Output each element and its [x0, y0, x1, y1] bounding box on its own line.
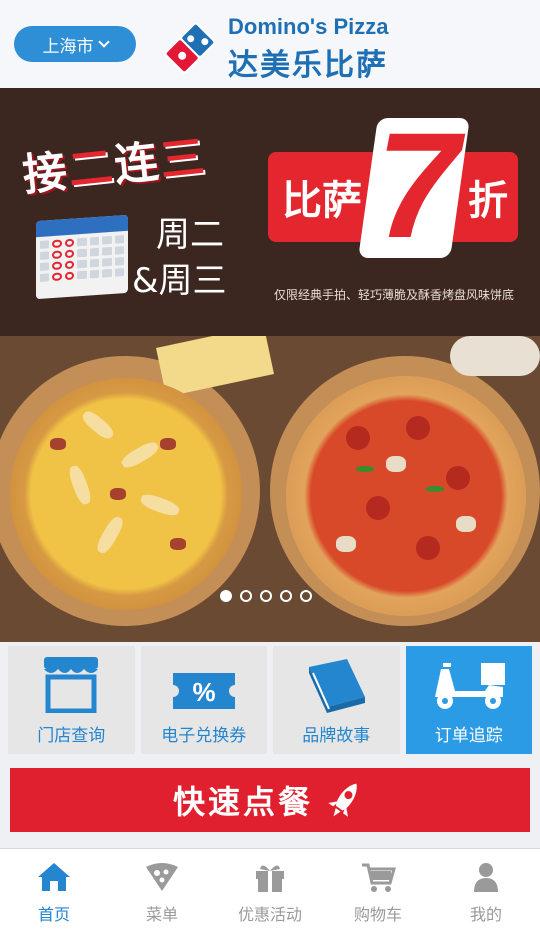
promo-fine-print: 仅限经典手拍、轻巧薄脆及酥香烤盘风味饼底 — [274, 288, 515, 302]
rocket-icon — [328, 783, 357, 817]
tab-label: 我的 — [469, 905, 502, 924]
coupon-icon: % — [172, 673, 235, 709]
chevron-down-icon — [97, 36, 110, 48]
promo-banner[interactable]: 接二连三 周二 &周三 比萨 7 折 仅限经典手拍、轻巧薄脆及酥香烤盘风味饼底 — [0, 88, 540, 336]
pizza-slice-icon — [146, 863, 178, 891]
tab-cart[interactable]: 购物车 — [324, 849, 432, 930]
carousel-dot[interactable] — [220, 590, 232, 602]
day-line-2: &周三 — [132, 261, 227, 301]
gift-icon — [256, 865, 284, 892]
calendar-icon — [36, 214, 128, 300]
headline-part: 连 — [111, 136, 163, 192]
carousel-dot[interactable] — [260, 590, 272, 602]
carousel-dot[interactable] — [280, 590, 292, 602]
day-line-1: 周二 — [156, 215, 224, 255]
tab-label: 首页 — [37, 905, 70, 924]
discount-unit: 折 — [468, 178, 508, 224]
tab-label: 购物车 — [353, 905, 402, 924]
dominos-logo: Domino's Pizza 达美乐比萨 — [158, 12, 418, 83]
quick-order-button[interactable]: 快速点餐 — [10, 768, 530, 832]
city-label: 上海市 — [42, 36, 94, 57]
tab-promotions[interactable]: 优惠活动 — [216, 849, 324, 930]
tab-label: 优惠活动 — [237, 905, 302, 924]
cart-icon — [362, 863, 396, 892]
tile-label: 品牌故事 — [302, 726, 371, 746]
carousel-dot[interactable] — [300, 590, 312, 602]
bottom-tab-bar: 首页 菜单 优惠活动 购物车 我的 — [0, 848, 540, 930]
feature-tiles: 门店查询 % 电子兑换券 品牌故事 订单追踪 — [8, 646, 532, 754]
discount-number: 7 — [376, 101, 460, 269]
headline-part: 三 — [157, 131, 209, 188]
tile-label: 订单追踪 — [434, 726, 503, 746]
coupon-tile[interactable]: % 电子兑换券 — [140, 646, 267, 754]
promo-days: 周二 &周三 — [132, 212, 227, 304]
delivery-scooter-icon — [434, 663, 505, 709]
svg-text:%: % — [192, 677, 215, 707]
tab-menu[interactable]: 菜单 — [108, 849, 216, 930]
order-tracking-tile[interactable]: 订单追踪 — [405, 646, 532, 754]
tab-label: 菜单 — [145, 905, 178, 924]
tab-home[interactable]: 首页 — [0, 849, 108, 930]
domino-tile-icon — [164, 22, 216, 74]
tile-label: 门店查询 — [37, 726, 106, 746]
pizza-photo[interactable] — [0, 336, 540, 642]
carousel-dot[interactable] — [240, 590, 252, 602]
user-icon — [474, 863, 498, 892]
pepperoni-mushroom-pizza-image — [286, 376, 526, 616]
carousel-indicator[interactable] — [220, 590, 312, 602]
home-icon — [38, 863, 70, 891]
potato-bacon-pizza-image — [10, 378, 242, 610]
headline-part: 二 — [66, 141, 118, 197]
quick-order-label: 快速点餐 — [172, 783, 313, 821]
brand-story-tile[interactable]: 品牌故事 — [273, 646, 400, 754]
headline-part: 接 — [20, 145, 72, 202]
promo-headline: 接二连三 — [19, 121, 209, 204]
discount-word: 比萨 — [282, 178, 362, 224]
book-icon — [309, 659, 366, 713]
brand-name-en: Domino's Pizza — [228, 14, 389, 39]
brand-name-cn: 达美乐比萨 — [228, 48, 388, 83]
store-finder-tile[interactable]: 门店查询 — [8, 646, 135, 754]
tile-label: 电子兑换券 — [161, 726, 247, 746]
store-icon — [44, 657, 99, 713]
discount-badge: 比萨 7 折 — [268, 110, 518, 260]
tab-profile[interactable]: 我的 — [432, 849, 540, 930]
city-selector-button[interactable]: 上海市 — [14, 26, 136, 62]
app-header: 上海市 Domino's Pizza 达美乐比萨 — [0, 0, 540, 88]
